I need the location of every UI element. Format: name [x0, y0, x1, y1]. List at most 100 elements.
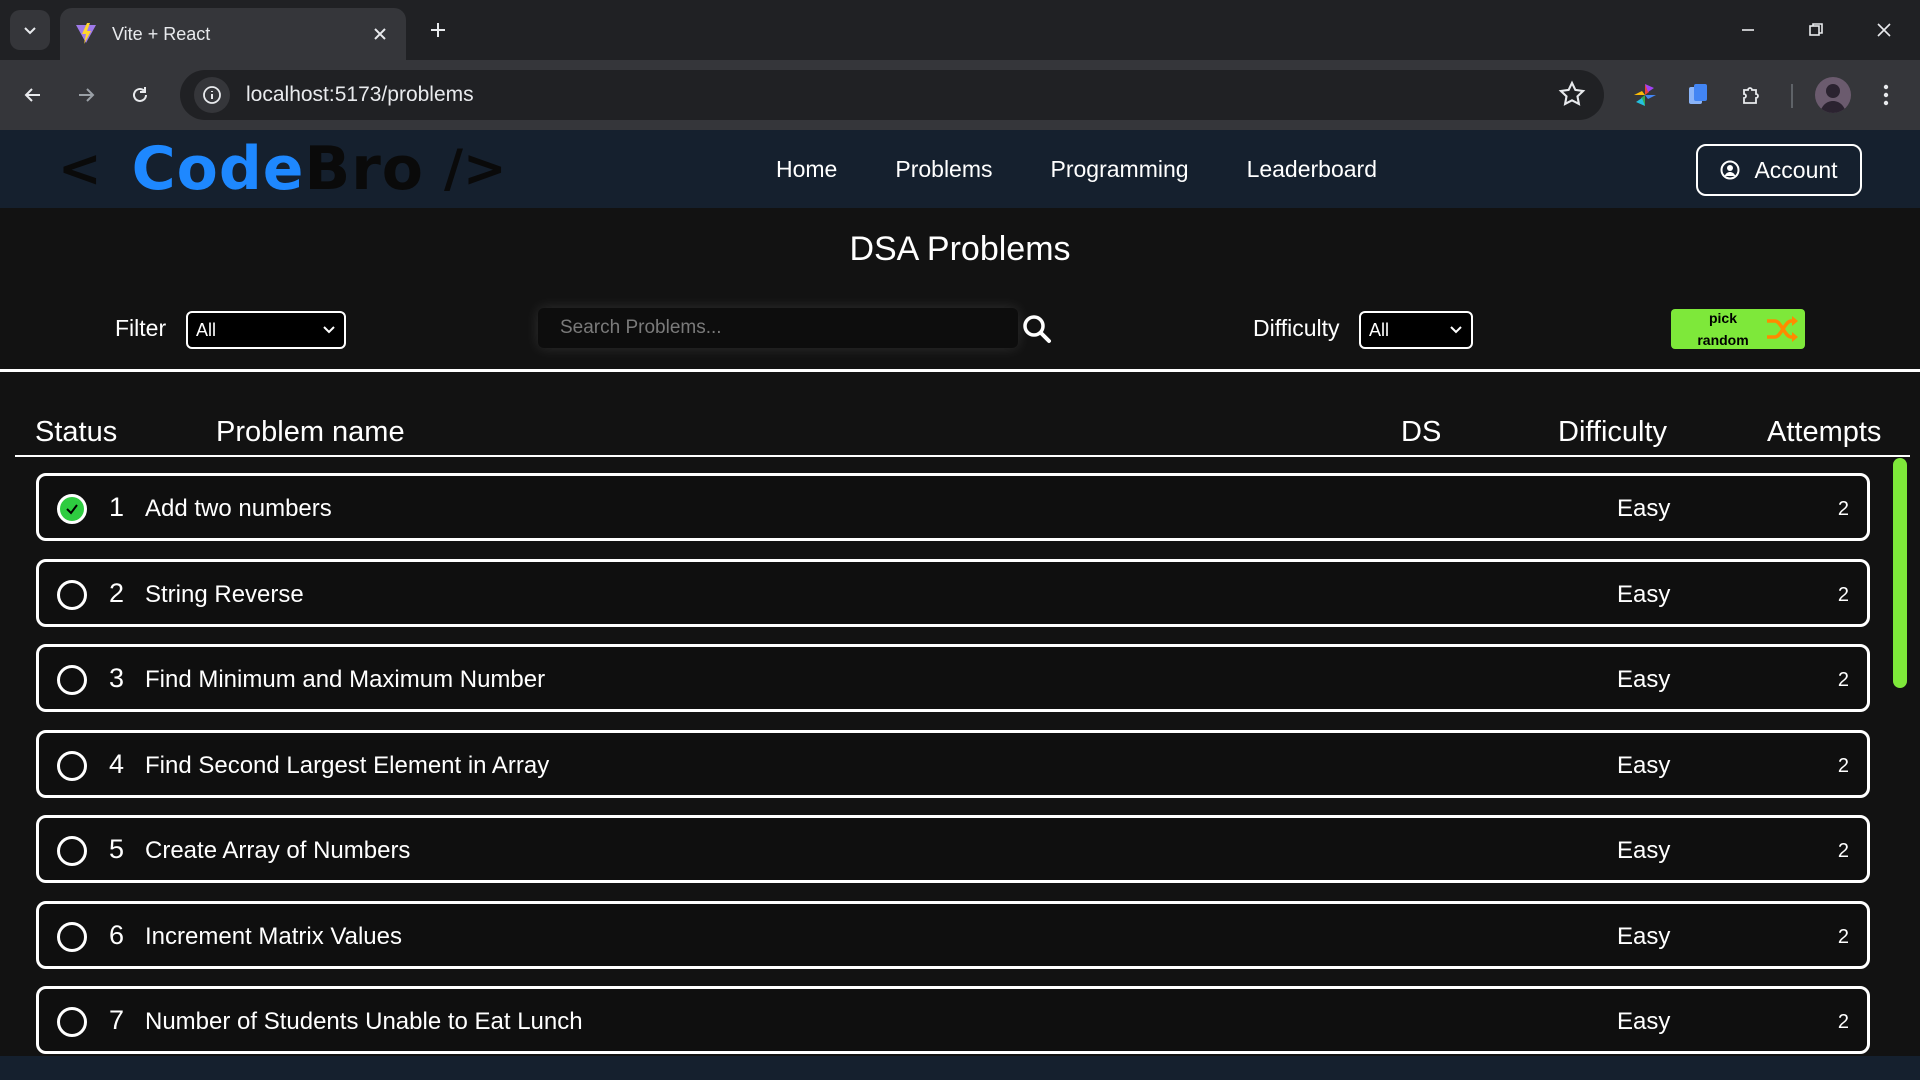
- arrow-right-icon: [79, 88, 95, 102]
- vite-logo-icon: [76, 23, 96, 44]
- problem-attempts: 2: [1837, 1011, 1849, 1033]
- reload-button[interactable]: [122, 77, 158, 113]
- problem-number: 2: [109, 578, 125, 608]
- shuffle-icon: [1767, 316, 1798, 342]
- problem-attempts: 2: [1837, 755, 1849, 777]
- extensions-puzzle-icon[interactable]: [1734, 77, 1770, 113]
- problem-number: 3: [109, 663, 125, 693]
- nav-home[interactable]: Home: [776, 156, 837, 183]
- pick-random-button[interactable]: pick random: [1671, 309, 1805, 349]
- nav-problems[interactable]: Problems: [895, 156, 992, 183]
- close-icon: [1877, 23, 1891, 37]
- logo-code-text: Code: [131, 134, 305, 204]
- problem-number: 1: [109, 492, 125, 522]
- restore-icon: [1809, 23, 1823, 36]
- search-icon[interactable]: [1022, 314, 1052, 344]
- new-tab-button[interactable]: [422, 14, 454, 46]
- header-difficulty: Difficulty: [1558, 416, 1668, 448]
- table-row[interactable]: 4 Find Second Largest Element in Array E…: [36, 730, 1870, 798]
- user-icon: [1720, 160, 1740, 180]
- logo-bro-text: Bro: [304, 134, 425, 204]
- browser-tab-bar: Vite + React: [0, 0, 1920, 60]
- problem-name[interactable]: Find Minimum and Maximum Number: [145, 666, 545, 694]
- page-bottom-strip: [0, 1056, 1920, 1080]
- problem-number: 4: [109, 749, 125, 779]
- account-button[interactable]: Account: [1696, 144, 1862, 196]
- problem-attempts: 2: [1837, 840, 1849, 862]
- problem-number: 7: [109, 1005, 125, 1035]
- page-title: DSA Problems: [849, 230, 1071, 268]
- tab-title: Vite + React: [112, 23, 211, 44]
- problem-name[interactable]: Number of Students Unable to Eat Lunch: [145, 1008, 583, 1036]
- difficulty-select[interactable]: All: [1359, 311, 1473, 349]
- list-scrollbar-thumb[interactable]: [1893, 458, 1907, 688]
- header-problem-name: Problem name: [216, 416, 405, 448]
- problem-difficulty: Easy: [1617, 1008, 1671, 1035]
- table-row[interactable]: 6 Increment Matrix Values Easy 2: [36, 901, 1870, 969]
- search-input[interactable]: [560, 317, 1018, 339]
- minimize-button[interactable]: [1724, 12, 1772, 48]
- nav-links: Home Problems Programming Leaderboard: [776, 130, 1377, 208]
- problem-attempts: 2: [1837, 669, 1849, 691]
- nav-leaderboard[interactable]: Leaderboard: [1247, 156, 1377, 183]
- table-row[interactable]: 2 String Reverse Easy 2: [36, 559, 1870, 627]
- info-icon: [203, 86, 221, 104]
- minimize-icon: [1742, 29, 1754, 31]
- filter-label: Filter: [115, 315, 167, 341]
- problem-attempts: 2: [1837, 498, 1849, 520]
- copy-extension-icon[interactable]: [1680, 77, 1716, 113]
- restore-button[interactable]: [1792, 12, 1840, 48]
- app-navbar: < Code Bro /> Home Problems Programming …: [0, 130, 1920, 208]
- close-tab-icon[interactable]: [368, 22, 392, 46]
- table-row[interactable]: 1 Add two numbers Easy 2: [36, 473, 1870, 541]
- arrow-left-icon: [24, 88, 40, 102]
- problem-difficulty: Easy: [1617, 495, 1671, 522]
- table-row[interactable]: 7 Number of Students Unable to Eat Lunch…: [36, 986, 1870, 1054]
- problem-difficulty: Easy: [1617, 752, 1671, 779]
- problem-name[interactable]: Create Array of Numbers: [145, 837, 410, 865]
- unsolved-circle-icon: [57, 665, 87, 695]
- chevron-down-icon: [24, 27, 36, 35]
- browser-toolbar: localhost:5173/problems: [0, 60, 1920, 130]
- problem-name[interactable]: String Reverse: [145, 581, 304, 609]
- problem-attempts: 2: [1837, 926, 1849, 948]
- problem-number: 6: [109, 920, 125, 950]
- table-row[interactable]: 5 Create Array of Numbers Easy 2: [36, 815, 1870, 883]
- problem-name[interactable]: Increment Matrix Values: [145, 923, 402, 951]
- unsolved-circle-icon: [57, 1007, 87, 1037]
- filter-select[interactable]: All: [186, 311, 346, 349]
- color-extension-icon[interactable]: [1627, 77, 1663, 113]
- site-info-button[interactable]: [194, 77, 230, 113]
- problem-number: 5: [109, 834, 125, 864]
- codebro-logo[interactable]: < Code Bro />: [58, 134, 507, 204]
- browser-tab-active[interactable]: Vite + React: [60, 8, 406, 60]
- pick-random-line2: random: [1697, 332, 1749, 348]
- problem-attempts: 2: [1837, 584, 1849, 606]
- account-label: Account: [1754, 156, 1838, 183]
- nav-programming[interactable]: Programming: [1051, 156, 1189, 183]
- logo-close-bracket: />: [444, 139, 507, 199]
- filter-select-value: All: [196, 319, 217, 340]
- table-row[interactable]: 3 Find Minimum and Maximum Number Easy 2: [36, 644, 1870, 712]
- chevron-down-icon: [1450, 326, 1462, 334]
- header-ds: DS: [1401, 416, 1442, 448]
- header-status: Status: [35, 416, 118, 448]
- problem-name[interactable]: Add two numbers: [145, 495, 332, 523]
- plus-icon: [431, 23, 445, 37]
- unsolved-circle-icon: [57, 751, 87, 781]
- browser-menu-icon[interactable]: [1868, 77, 1904, 113]
- problem-name[interactable]: Find Second Largest Element in Array: [145, 752, 549, 780]
- pick-random-line1: pick: [1708, 310, 1737, 326]
- bookmark-star-icon[interactable]: [1558, 80, 1586, 108]
- reload-icon: [133, 87, 147, 102]
- unsolved-circle-icon: [57, 922, 87, 952]
- solved-check-icon: [57, 494, 87, 524]
- forward-button[interactable]: [68, 77, 104, 113]
- search-box: [538, 308, 1018, 348]
- unsolved-circle-icon: [57, 836, 87, 866]
- back-button[interactable]: [15, 77, 51, 113]
- tab-search-button[interactable]: [10, 10, 50, 50]
- profile-avatar-icon[interactable]: [1815, 77, 1851, 113]
- close-window-button[interactable]: [1860, 12, 1908, 48]
- address-bar[interactable]: localhost:5173/problems: [180, 70, 1604, 120]
